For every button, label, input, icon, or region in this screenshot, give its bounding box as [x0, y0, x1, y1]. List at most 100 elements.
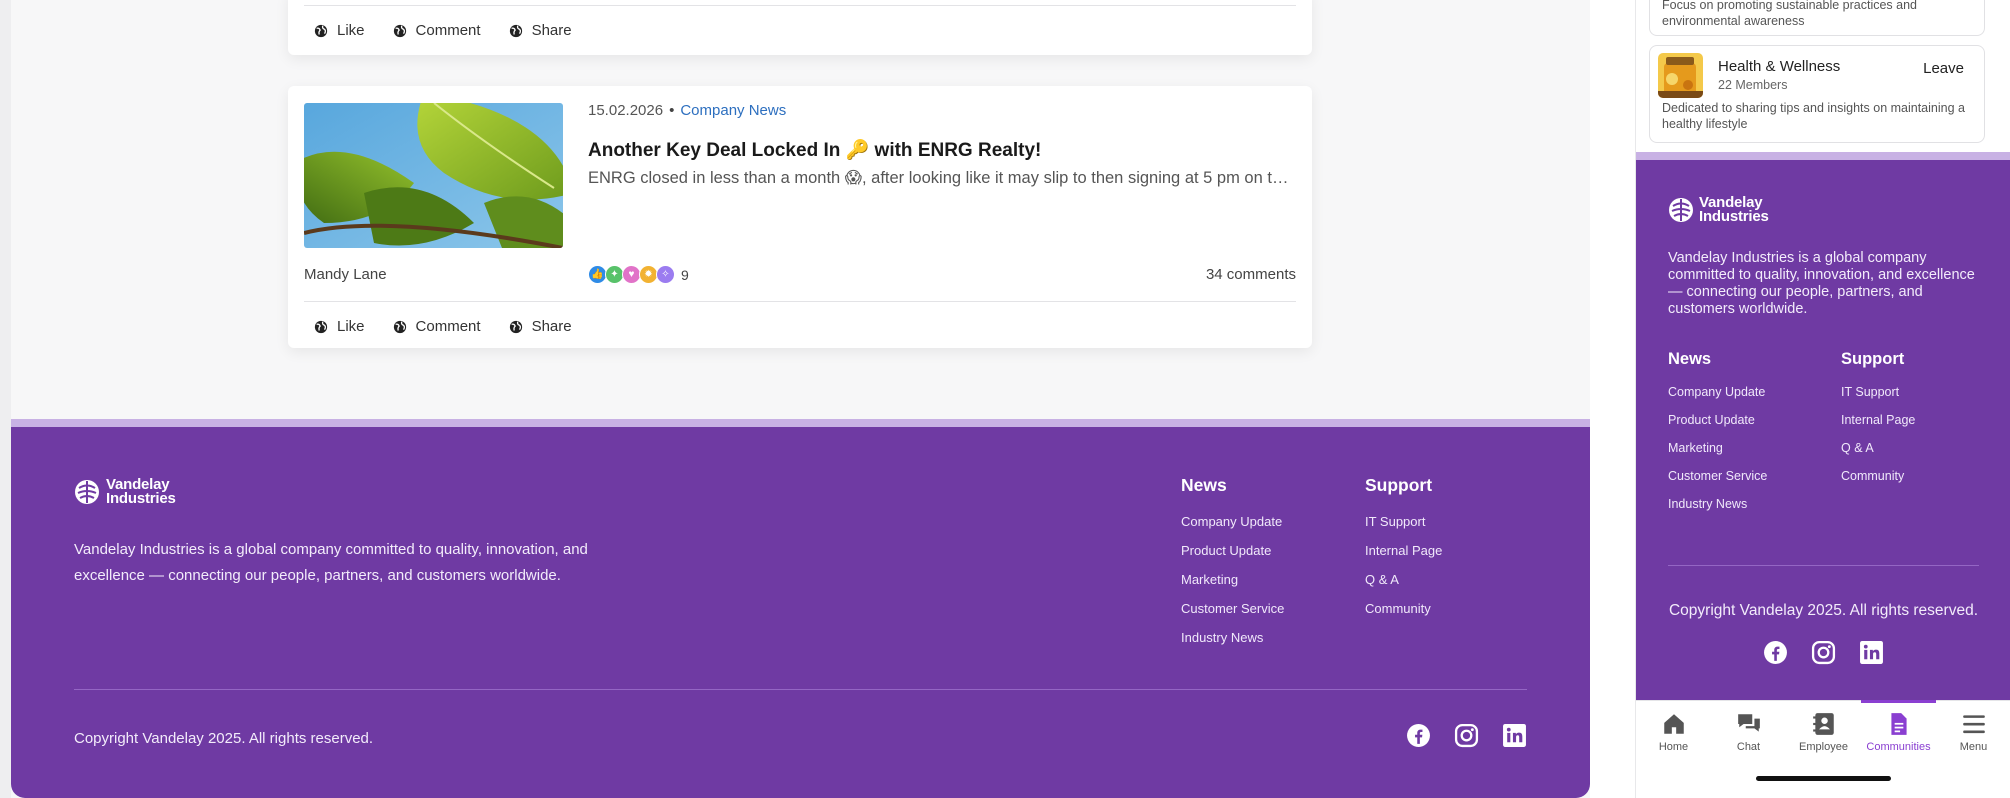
footer-description: Vandelay Industries is a global company … [1668, 250, 1975, 317]
footer-link-qa[interactable]: Q & A [1365, 572, 1442, 587]
instagram-icon[interactable] [1454, 723, 1479, 748]
footer-link-product-update[interactable]: Product Update [1181, 543, 1284, 558]
tab-employee[interactable]: Employee [1786, 711, 1861, 753]
footer-link-it-support[interactable]: IT Support [1841, 385, 1915, 399]
footer-link-industry-news[interactable]: Industry News [1668, 497, 1767, 511]
post-actions: Like Comment Share [304, 301, 1296, 351]
instagram-icon[interactable] [1811, 640, 1836, 665]
footer-divider [74, 689, 1527, 690]
post-meta: 15.02.2026 • Company News [588, 102, 787, 119]
leaf-image [304, 103, 563, 248]
linkedin-icon[interactable] [1502, 723, 1527, 748]
footer-link-company-update[interactable]: Company Update [1668, 385, 1767, 399]
footer-link-it-support[interactable]: IT Support [1365, 514, 1442, 529]
mobile-footer: Vandelay Industries Vandelay Industries … [1636, 152, 2010, 700]
post-date: 15.02.2026 [588, 102, 664, 119]
footer-social-links [1406, 723, 1527, 748]
tab-home[interactable]: Home [1636, 711, 1711, 753]
partial-group-description: Focus on promoting sustainable practices… [1662, 0, 1918, 28]
footer-link-qa[interactable]: Q & A [1841, 441, 1915, 455]
facebook-icon[interactable] [1763, 640, 1788, 665]
share-button[interactable]: Share [509, 22, 572, 39]
honey-jar-image [1658, 53, 1703, 98]
comment-button[interactable]: Comment [393, 22, 481, 39]
linkedin-icon[interactable] [1859, 640, 1884, 665]
like-button[interactable]: Like [314, 22, 365, 39]
footer-description: Vandelay Industries is a global company … [74, 541, 588, 584]
footer-link-internal-page[interactable]: Internal Page [1365, 543, 1442, 558]
facebook-icon[interactable] [1406, 723, 1431, 748]
footer-copyright: Copyright Vandelay 2025. All rights rese… [1668, 602, 1979, 619]
post-excerpt: ENRG closed in less than a month 😱, afte… [588, 169, 1293, 187]
tab-label: Communities [1866, 741, 1931, 753]
footer-link-marketing[interactable]: Marketing [1181, 572, 1284, 587]
support-reaction-icon: ✧ [656, 265, 675, 284]
post-category-link[interactable]: Company News [680, 102, 786, 119]
footer-support-column: Support IT Support Internal Page Q & A C… [1841, 350, 1915, 497]
tab-chat[interactable]: Chat [1711, 711, 1786, 753]
globe-icon [314, 24, 328, 37]
footer-social-links [1636, 640, 2010, 665]
footer-news-column: News Company Update Product Update Marke… [1181, 475, 1284, 659]
footer-logo[interactable]: Vandelay Industries [1668, 195, 1769, 224]
like-label: Like [337, 318, 365, 335]
footer-link-customer-service[interactable]: Customer Service [1668, 469, 1767, 483]
comment-label: Comment [415, 318, 481, 335]
tab-label: Menu [1959, 741, 1988, 753]
post-card: 15.02.2026 • Company News Another Key Deal… [288, 86, 1312, 348]
post-title[interactable]: Another Key Deal Locked In 🔑 with ENRG R… [588, 138, 1041, 162]
globe-icon [509, 320, 522, 333]
site-footer: Vandelay Industries Vandelay Industries … [11, 419, 1590, 798]
group-card-partial[interactable]: Focus on promoting sustainable practices… [1649, 0, 1985, 36]
bottom-tab-bar: Home Chat Employee Communities Menu [1636, 700, 2010, 798]
left-edge [0, 0, 11, 798]
comment-button[interactable]: Comment [393, 318, 481, 335]
post-actions: Like Comment Share [304, 5, 1296, 55]
comment-label: Comment [415, 22, 481, 39]
comments-count[interactable]: 34 comments [1206, 266, 1296, 283]
footer-link-product-update[interactable]: Product Update [1668, 413, 1767, 427]
globe-icon [393, 320, 406, 333]
menu-icon [1962, 715, 1985, 734]
footer-divider [1668, 565, 1979, 566]
like-button[interactable]: Like [314, 318, 365, 335]
reactions-summary[interactable]: 👍 ✦ ♥ ✹ ✧ 9 [588, 265, 689, 284]
tab-communities[interactable]: Communities [1861, 700, 1936, 753]
footer-link-industry-news[interactable]: Industry News [1181, 630, 1284, 645]
group-card[interactable]: Health & Wellness 22 Members Leave Dedic… [1649, 45, 1985, 143]
share-button[interactable]: Share [509, 318, 572, 335]
employee-icon [1812, 713, 1834, 735]
footer-link-customer-service[interactable]: Customer Service [1181, 601, 1284, 616]
footer-support-heading: Support [1841, 350, 1905, 368]
post-author: Mandy Lane [304, 266, 387, 283]
footer-copyright: Copyright Vandelay 2025. All rights rese… [74, 730, 374, 747]
logo-line-2: Industries [106, 490, 176, 507]
tab-menu[interactable]: Menu [1936, 711, 2010, 753]
footer-link-internal-page[interactable]: Internal Page [1841, 413, 1915, 427]
group-description: Dedicated to sharing tips and insights o… [1662, 101, 1965, 131]
tab-label: Employee [1799, 741, 1848, 753]
tab-label: Home [1658, 741, 1689, 753]
share-label: Share [531, 318, 572, 335]
footer-link-marketing[interactable]: Marketing [1668, 441, 1767, 455]
leave-group-button[interactable]: Leave [1923, 60, 1964, 77]
group-image [1658, 53, 1703, 98]
group-members: 22 Members [1718, 78, 1788, 92]
desktop-view: Like Comment Share 15.02.2026 • Company … [0, 0, 1590, 798]
post-thumbnail[interactable] [304, 103, 563, 248]
share-label: Share [531, 22, 572, 39]
vandelay-logo-icon [75, 480, 99, 504]
footer-link-community[interactable]: Community [1841, 469, 1915, 483]
footer-link-company-update[interactable]: Company Update [1181, 514, 1284, 529]
home-indicator [1756, 776, 1891, 781]
footer-support-column: Support IT Support Internal Page Q & A C… [1365, 475, 1442, 630]
vandelay-logo-icon [1669, 198, 1693, 222]
footer-logo[interactable]: Vandelay Industries [74, 477, 176, 507]
footer-news-heading: News [1668, 350, 1712, 368]
globe-icon [314, 320, 328, 333]
chat-icon [1737, 714, 1760, 732]
group-name: Health & Wellness [1718, 58, 1841, 75]
post-card-previous: Like Comment Share [288, 0, 1312, 55]
globe-icon [509, 24, 522, 37]
footer-link-community[interactable]: Community [1365, 601, 1442, 616]
